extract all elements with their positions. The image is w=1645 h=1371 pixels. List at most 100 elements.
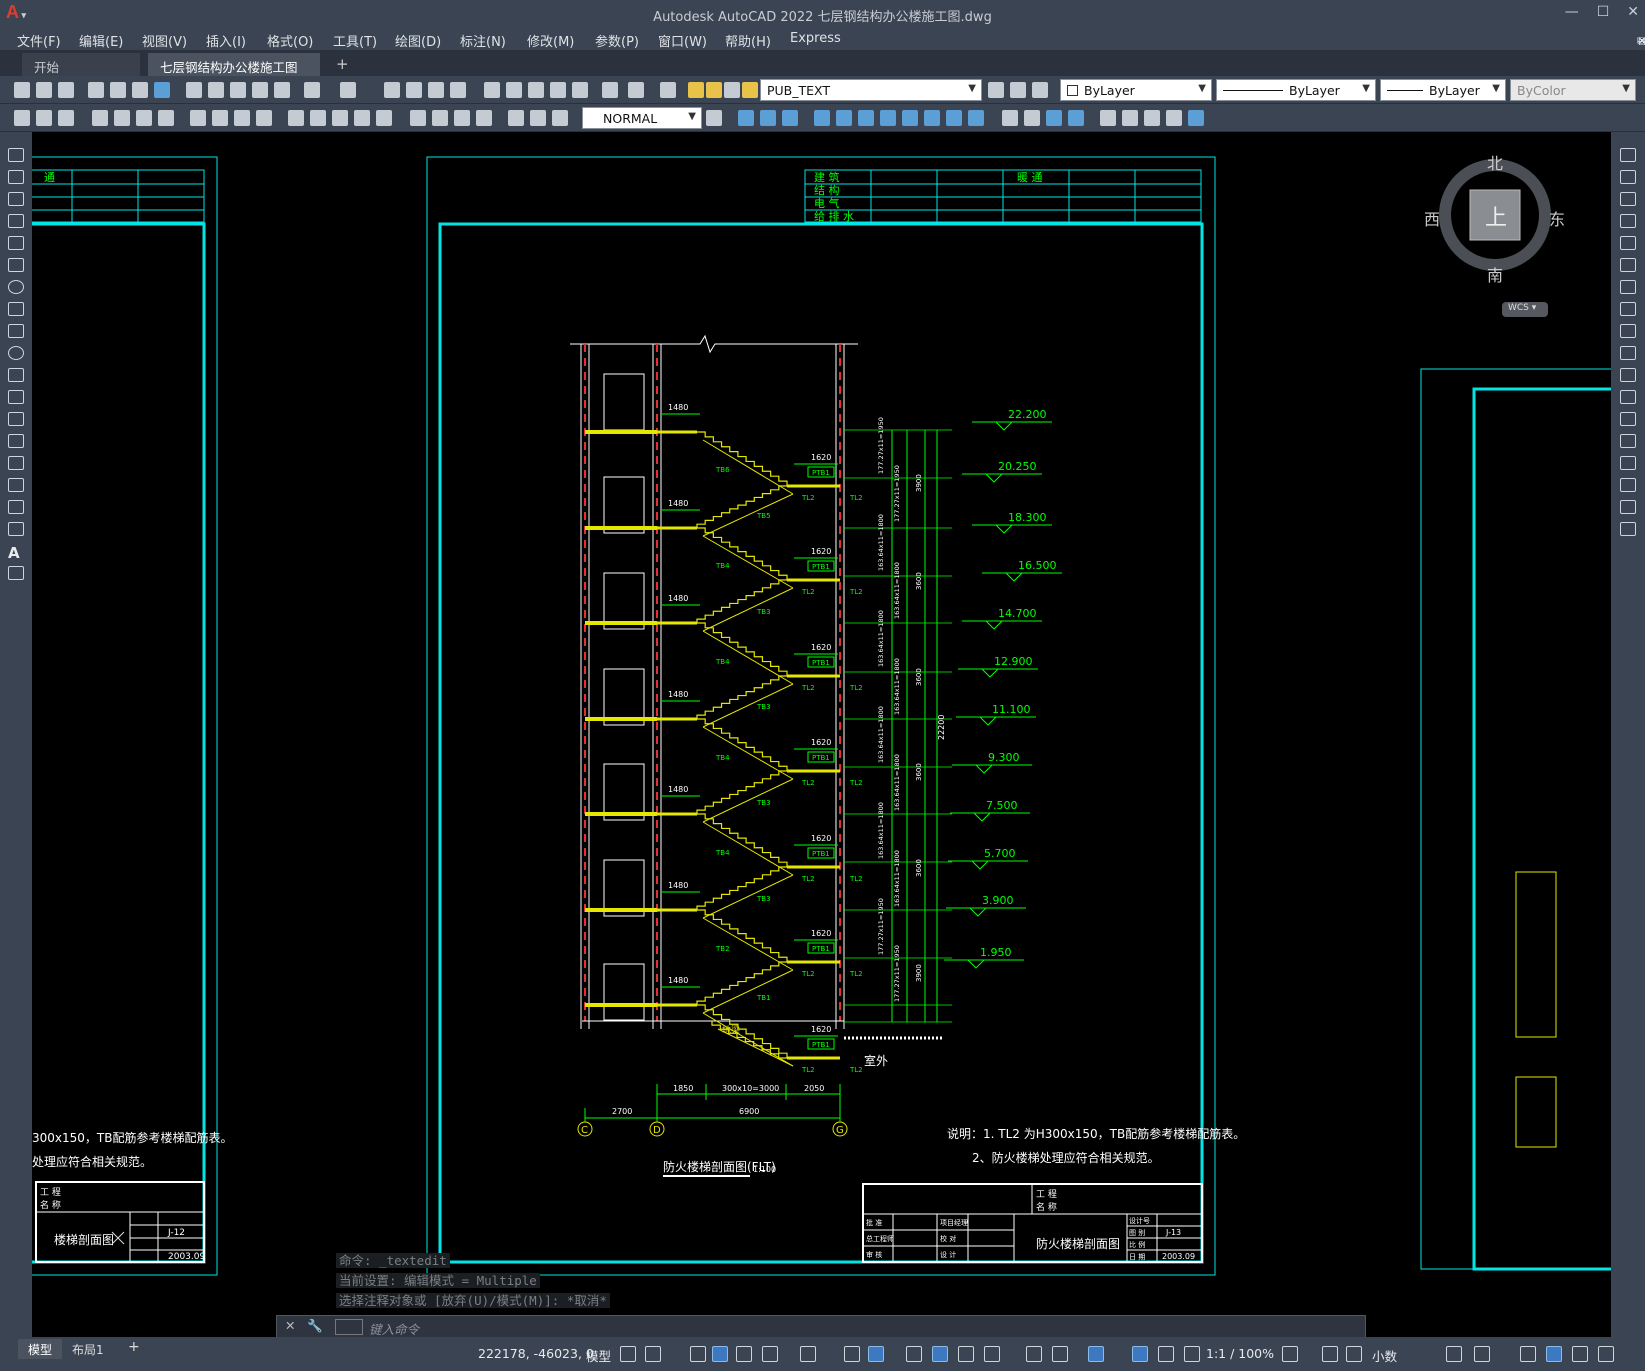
zoom-previous-icon[interactable] (450, 82, 466, 98)
annotation-visibility-icon[interactable] (1132, 1346, 1148, 1362)
model-space-toggle[interactable]: 模型 (586, 1346, 611, 1365)
3d-osnap-icon[interactable] (984, 1346, 1000, 1362)
linear-dim-icon[interactable] (92, 110, 108, 126)
erase-icon[interactable] (1620, 148, 1636, 162)
open-icon[interactable] (36, 82, 52, 98)
spline-icon[interactable] (8, 324, 24, 338)
viewport-convert-icon[interactable] (1188, 110, 1204, 126)
menu-format[interactable]: 格式(O) (267, 31, 313, 50)
layer-on-icon[interactable] (688, 82, 704, 98)
hatch-icon[interactable] (58, 110, 74, 126)
jogged-linear-icon[interactable] (476, 110, 492, 126)
undo-icon[interactable] (304, 82, 320, 98)
auto-scale-icon[interactable] (1158, 1346, 1174, 1362)
dim-update-icon[interactable] (552, 110, 568, 126)
break-at-point-icon[interactable] (1620, 390, 1636, 404)
add-selected-icon[interactable] (8, 566, 24, 580)
polygon-icon[interactable] (8, 214, 24, 228)
quickcalc-icon[interactable] (602, 82, 618, 98)
annotation-scale-icon[interactable] (1184, 1346, 1200, 1362)
customize-wrench-icon[interactable]: 🔧 (307, 1318, 323, 1334)
viewport-icon[interactable] (1100, 110, 1116, 126)
render-icon[interactable] (1024, 110, 1040, 126)
dim-edit-icon[interactable] (508, 110, 524, 126)
color-dropdown[interactable]: ByLayer ▼ (1060, 79, 1212, 101)
wcs-menu-button[interactable]: WCS ▾ (1502, 302, 1548, 317)
cut-icon[interactable] (186, 82, 202, 98)
menu-parametric[interactable]: 参数(P) (595, 31, 639, 50)
gizmo-icon[interactable] (1088, 1346, 1104, 1362)
polar-tracking-icon[interactable] (762, 1346, 778, 1362)
arc-length-icon[interactable] (136, 110, 152, 126)
command-line[interactable]: ✕ 🔧 键入命令 (276, 1315, 1366, 1338)
coordinate-readout[interactable]: 222178, -46023, 0 (478, 1346, 594, 1361)
publish-icon[interactable] (132, 82, 148, 98)
command-input[interactable]: 键入命令 (369, 1319, 419, 1338)
units-value[interactable]: 小数 (1372, 1346, 1397, 1365)
selection-cycling-icon[interactable] (958, 1346, 974, 1362)
make-current-layer-icon[interactable] (988, 82, 1004, 98)
lineweight-dropdown[interactable]: ByLayer ▼ (1380, 79, 1506, 101)
maximize-button[interactable]: ☐ (1597, 4, 1610, 20)
object-snap-tracking-icon[interactable] (844, 1346, 860, 1362)
ellipse-icon[interactable] (8, 346, 24, 360)
ellipse-arc-icon[interactable] (8, 368, 24, 382)
aligned-dim-icon[interactable] (114, 110, 130, 126)
tab-drawing[interactable]: 七层钢结构办公楼施工图*✕ (148, 53, 320, 91)
units-icon[interactable] (1346, 1346, 1362, 1362)
infer-constraints-icon[interactable] (690, 1346, 706, 1362)
viewport-polygon-icon[interactable] (1166, 110, 1182, 126)
stretch-icon[interactable] (1620, 324, 1636, 338)
print-preview-icon[interactable] (110, 82, 126, 98)
table-icon[interactable] (8, 522, 24, 536)
region-icon[interactable] (8, 500, 24, 514)
menu-tools[interactable]: 工具(T) (333, 31, 377, 50)
gradient-icon[interactable] (8, 478, 24, 492)
compass-west[interactable]: 西 (1424, 206, 1440, 230)
center-mark-icon[interactable] (432, 110, 448, 126)
insert-block-icon[interactable] (8, 390, 24, 404)
sheet-set-icon[interactable] (550, 82, 566, 98)
copy-object-icon[interactable] (1620, 170, 1636, 184)
ucs-face-icon[interactable] (814, 110, 830, 126)
layer-freeze-icon[interactable] (706, 82, 722, 98)
layer-lock-icon[interactable] (742, 82, 758, 98)
angular-dim-icon[interactable] (256, 110, 272, 126)
array-icon[interactable] (1620, 236, 1636, 250)
print-icon[interactable] (88, 82, 104, 98)
match-properties-icon[interactable] (252, 82, 268, 98)
linetype-dropdown[interactable]: ByLayer ▼ (1216, 79, 1376, 101)
copy-icon[interactable] (208, 82, 224, 98)
close-command-line-icon[interactable]: ✕ (285, 1318, 295, 1333)
help-icon[interactable] (628, 82, 644, 98)
tool-palettes-icon[interactable] (528, 82, 544, 98)
add-layout-button[interactable]: + (118, 1337, 150, 1357)
model-tab[interactable]: 模型 (18, 1339, 63, 1359)
tolerance-icon[interactable] (410, 110, 426, 126)
menu-edit[interactable]: 编辑(E) (79, 31, 123, 50)
grid-icon[interactable] (620, 1346, 636, 1362)
ucs-x-icon[interactable] (946, 110, 962, 126)
arc-icon[interactable] (8, 258, 24, 272)
menu-express[interactable]: Express (790, 31, 841, 46)
paste-icon[interactable] (230, 82, 246, 98)
ucs-icon[interactable] (738, 110, 754, 126)
quick-properties-icon[interactable] (1446, 1346, 1462, 1362)
dim-text-edit-icon[interactable] (530, 110, 546, 126)
menu-help[interactable]: 帮助(H) (725, 31, 771, 50)
trim-icon[interactable] (1620, 346, 1636, 360)
compass-south[interactable]: 南 (1487, 262, 1503, 286)
clean-screen-icon[interactable] (1572, 1346, 1588, 1362)
jogged-dim-icon[interactable] (212, 110, 228, 126)
multiline-text-icon[interactable]: A (8, 544, 24, 562)
compass-north[interactable]: 北 (1487, 150, 1503, 174)
view-icon[interactable] (1046, 110, 1062, 126)
snap-icon[interactable] (645, 1346, 661, 1362)
markup-icon[interactable] (572, 82, 588, 98)
tab-start[interactable]: 开始 (22, 53, 140, 76)
radius-dim-icon[interactable] (190, 110, 206, 126)
dynamic-input-icon[interactable] (712, 1346, 728, 1362)
layer-state-icon[interactable] (1032, 82, 1048, 98)
layer-viewport-icon[interactable] (724, 82, 740, 98)
transparency-icon[interactable] (932, 1346, 948, 1362)
